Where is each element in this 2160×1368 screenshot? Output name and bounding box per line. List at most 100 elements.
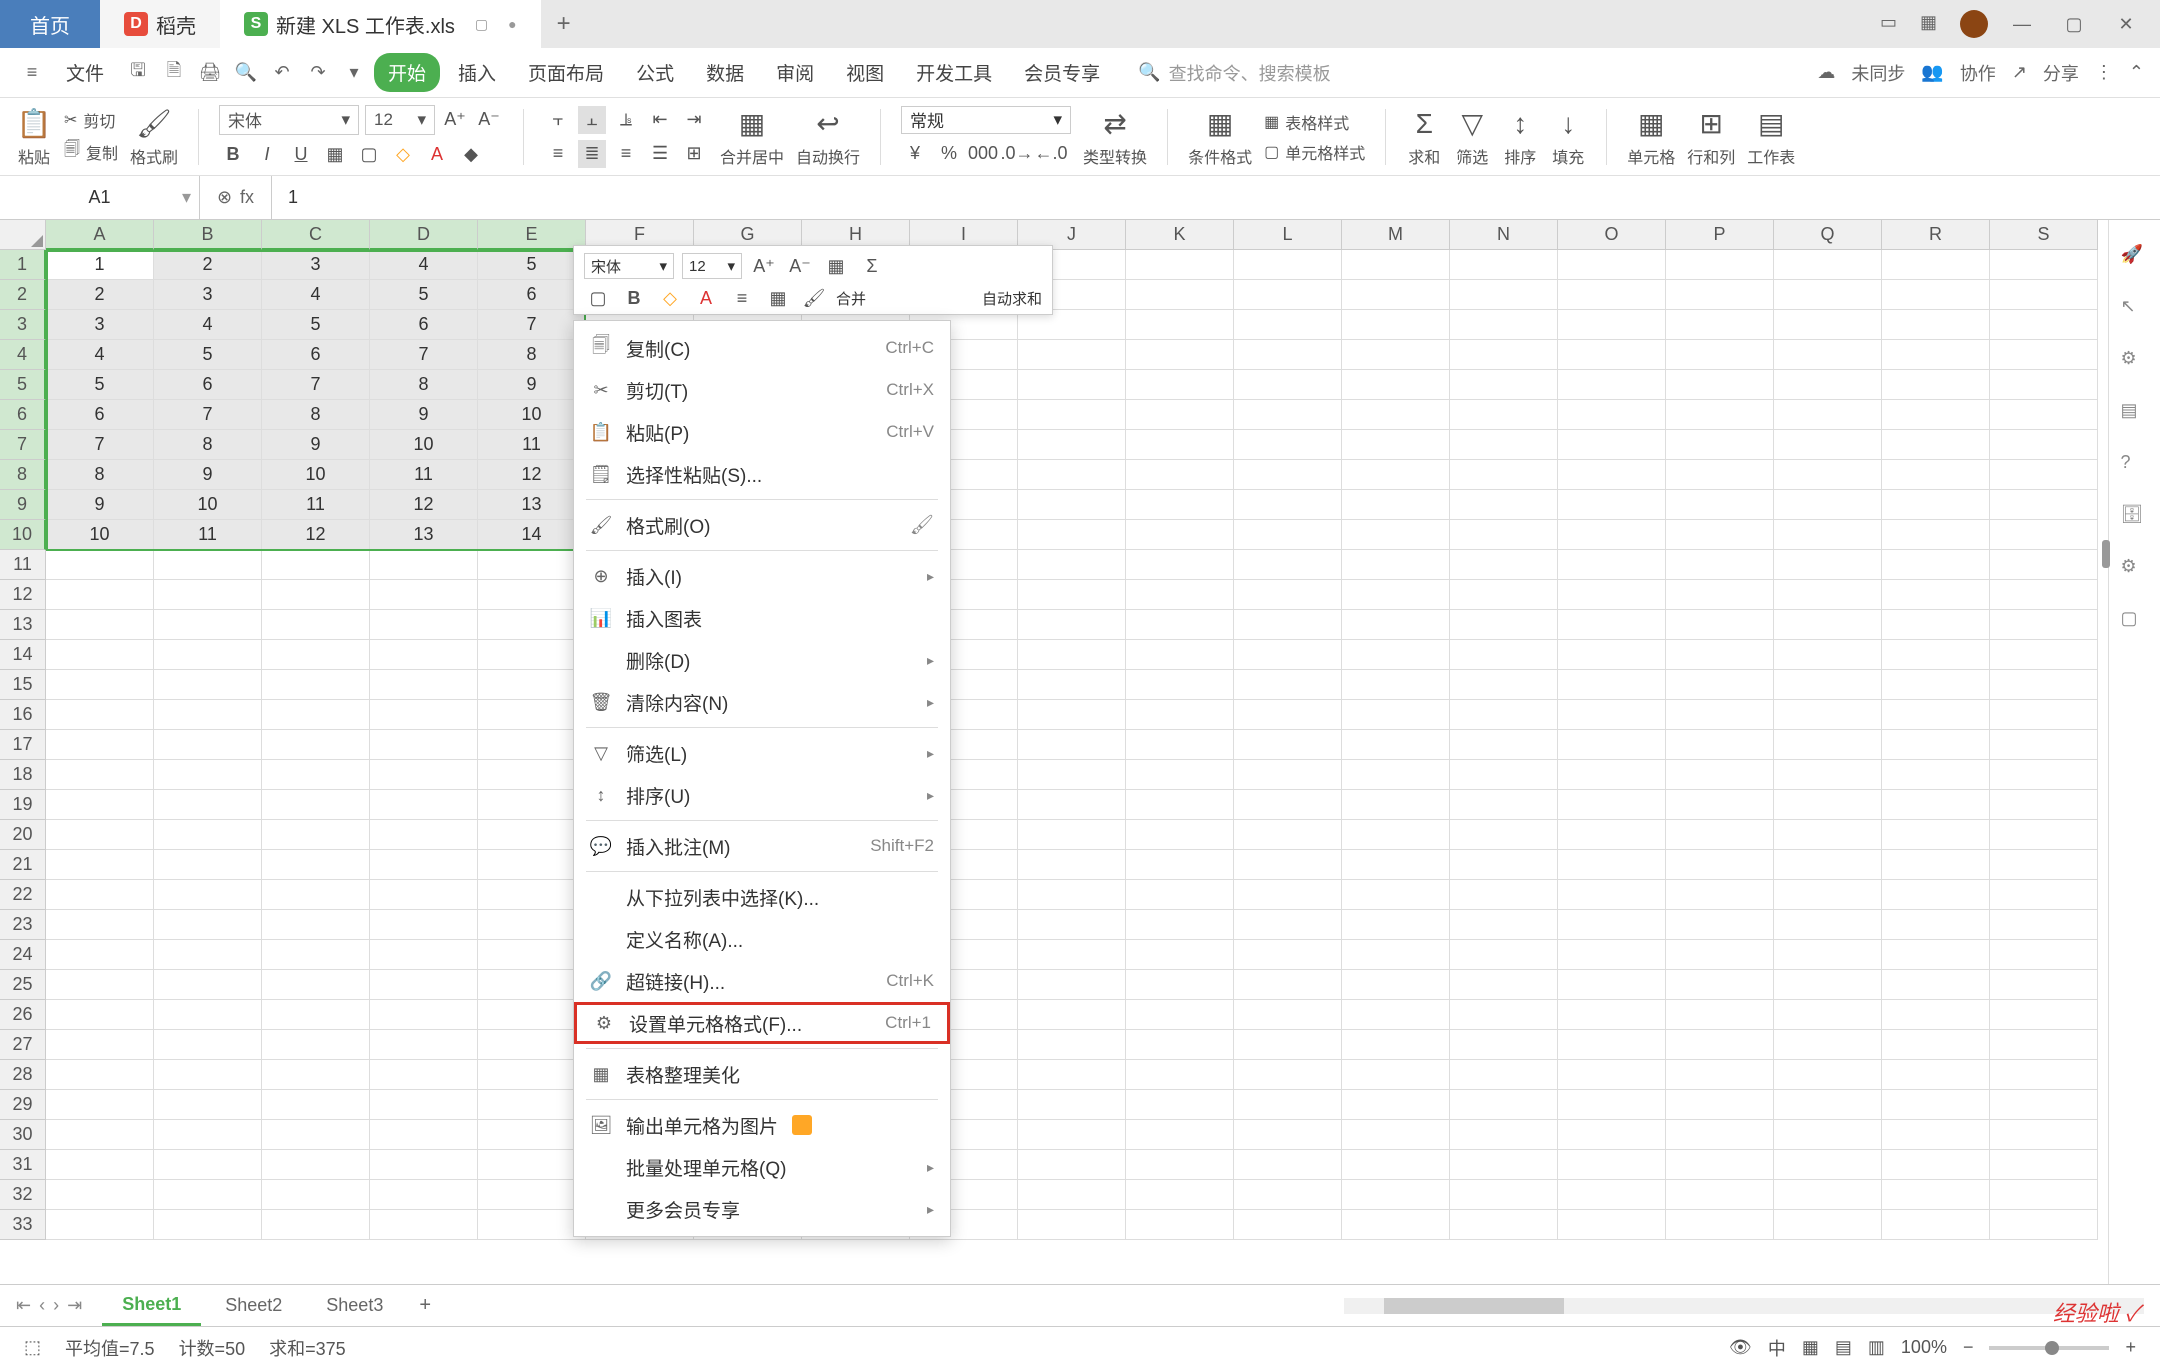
- merge-center-group[interactable]: ▦ 合并居中: [720, 106, 784, 168]
- cm-paste-special[interactable]: 🗒选择性粘贴(S)...: [574, 453, 950, 495]
- cell-B31[interactable]: [154, 1150, 262, 1180]
- cell-E3[interactable]: 7: [478, 310, 586, 340]
- collapse-ribbon-icon[interactable]: ⌃: [2129, 62, 2144, 83]
- cell-C3[interactable]: 5: [262, 310, 370, 340]
- cell-M30[interactable]: [1342, 1120, 1450, 1150]
- cell-P19[interactable]: [1666, 790, 1774, 820]
- cell-K32[interactable]: [1126, 1180, 1234, 1210]
- cell-L23[interactable]: [1234, 910, 1342, 940]
- cell-J31[interactable]: [1018, 1150, 1126, 1180]
- cell-R32[interactable]: [1882, 1180, 1990, 1210]
- cell-R5[interactable]: [1882, 370, 1990, 400]
- cell-P30[interactable]: [1666, 1120, 1774, 1150]
- cell-P32[interactable]: [1666, 1180, 1774, 1210]
- cm-more-vip[interactable]: 更多会员专享▸: [574, 1188, 950, 1230]
- print-preview-icon[interactable]: 🔍: [230, 57, 262, 89]
- cell-A31[interactable]: [46, 1150, 154, 1180]
- cell-L30[interactable]: [1234, 1120, 1342, 1150]
- cell-C16[interactable]: [262, 700, 370, 730]
- print-icon[interactable]: 🖨: [194, 57, 226, 89]
- cell-C24[interactable]: [262, 940, 370, 970]
- cell-R9[interactable]: [1882, 490, 1990, 520]
- cell-D25[interactable]: [370, 970, 478, 1000]
- cell-N22[interactable]: [1450, 880, 1558, 910]
- mini-merge-icon[interactable]: ▦: [822, 252, 850, 280]
- cell-O2[interactable]: [1558, 280, 1666, 310]
- cell-P17[interactable]: [1666, 730, 1774, 760]
- cell-K28[interactable]: [1126, 1060, 1234, 1090]
- cell-O6[interactable]: [1558, 400, 1666, 430]
- font-color-button[interactable]: A: [423, 141, 451, 169]
- close-button[interactable]: ✕: [2108, 6, 2144, 42]
- first-sheet-icon[interactable]: ⇤: [16, 1295, 31, 1316]
- cell-B10[interactable]: 11: [154, 520, 262, 550]
- cell-P31[interactable]: [1666, 1150, 1774, 1180]
- cell-P23[interactable]: [1666, 910, 1774, 940]
- cell-C7[interactable]: 9: [262, 430, 370, 460]
- cell-R19[interactable]: [1882, 790, 1990, 820]
- cell-M22[interactable]: [1342, 880, 1450, 910]
- cm-clear[interactable]: 🗑清除内容(N)▸: [574, 681, 950, 723]
- cell-N16[interactable]: [1450, 700, 1558, 730]
- cm-cut[interactable]: ✂剪切(T)Ctrl+X: [574, 369, 950, 411]
- cm-filter[interactable]: ▽筛选(L)▸: [574, 732, 950, 774]
- cell-R28[interactable]: [1882, 1060, 1990, 1090]
- cell-Q9[interactable]: [1774, 490, 1882, 520]
- cell-Q10[interactable]: [1774, 520, 1882, 550]
- cell-N28[interactable]: [1450, 1060, 1558, 1090]
- cm-copy[interactable]: 🗐复制(C)Ctrl+C: [574, 327, 950, 369]
- mini-align-icon[interactable]: ≡: [728, 284, 756, 312]
- cell-P11[interactable]: [1666, 550, 1774, 580]
- cell-A30[interactable]: [46, 1120, 154, 1150]
- cell-B6[interactable]: 7: [154, 400, 262, 430]
- menu-review[interactable]: 审阅: [762, 53, 828, 92]
- cell-A33[interactable]: [46, 1210, 154, 1240]
- cell-Q28[interactable]: [1774, 1060, 1882, 1090]
- cell-S4[interactable]: [1990, 340, 2098, 370]
- cell-D12[interactable]: [370, 580, 478, 610]
- cell-M21[interactable]: [1342, 850, 1450, 880]
- cell-D17[interactable]: [370, 730, 478, 760]
- cell-N10[interactable]: [1450, 520, 1558, 550]
- cell-E25[interactable]: [478, 970, 586, 1000]
- menu-page-layout[interactable]: 页面布局: [514, 53, 618, 92]
- cell-K23[interactable]: [1126, 910, 1234, 940]
- currency-icon[interactable]: ¥: [901, 140, 929, 168]
- cell-R23[interactable]: [1882, 910, 1990, 940]
- cut-button[interactable]: ✂剪切: [64, 108, 118, 132]
- col-header-R[interactable]: R: [1882, 220, 1990, 250]
- cell-J30[interactable]: [1018, 1120, 1126, 1150]
- cell-J18[interactable]: [1018, 760, 1126, 790]
- fill-group[interactable]: ↓填充: [1550, 106, 1586, 168]
- layers-icon[interactable]: ▤: [2121, 400, 2149, 428]
- cell-P16[interactable]: [1666, 700, 1774, 730]
- cell-N1[interactable]: [1450, 250, 1558, 280]
- cell-O18[interactable]: [1558, 760, 1666, 790]
- cell-R31[interactable]: [1882, 1150, 1990, 1180]
- cell-Q31[interactable]: [1774, 1150, 1882, 1180]
- qat-dropdown-icon[interactable]: ▾: [338, 57, 370, 89]
- cell-Q18[interactable]: [1774, 760, 1882, 790]
- cell-L29[interactable]: [1234, 1090, 1342, 1120]
- cell-D2[interactable]: 5: [370, 280, 478, 310]
- cell-R7[interactable]: [1882, 430, 1990, 460]
- cell-K19[interactable]: [1126, 790, 1234, 820]
- cell-O10[interactable]: [1558, 520, 1666, 550]
- cell-N33[interactable]: [1450, 1210, 1558, 1240]
- cell-J14[interactable]: [1018, 640, 1126, 670]
- cell-R30[interactable]: [1882, 1120, 1990, 1150]
- cell-S13[interactable]: [1990, 610, 2098, 640]
- menu-vip[interactable]: 会员专享: [1010, 53, 1114, 92]
- cell-J6[interactable]: [1018, 400, 1126, 430]
- cell-S23[interactable]: [1990, 910, 2098, 940]
- unsync-label[interactable]: 未同步: [1851, 60, 1905, 86]
- cell-D9[interactable]: 12: [370, 490, 478, 520]
- sum-group[interactable]: Σ求和: [1406, 106, 1442, 168]
- cell-R15[interactable]: [1882, 670, 1990, 700]
- cell-O31[interactable]: [1558, 1150, 1666, 1180]
- row-header-33[interactable]: 33: [0, 1210, 46, 1240]
- cell-S16[interactable]: [1990, 700, 2098, 730]
- cell-P15[interactable]: [1666, 670, 1774, 700]
- decrease-indent-icon[interactable]: ⇤: [646, 106, 674, 134]
- cell-S14[interactable]: [1990, 640, 2098, 670]
